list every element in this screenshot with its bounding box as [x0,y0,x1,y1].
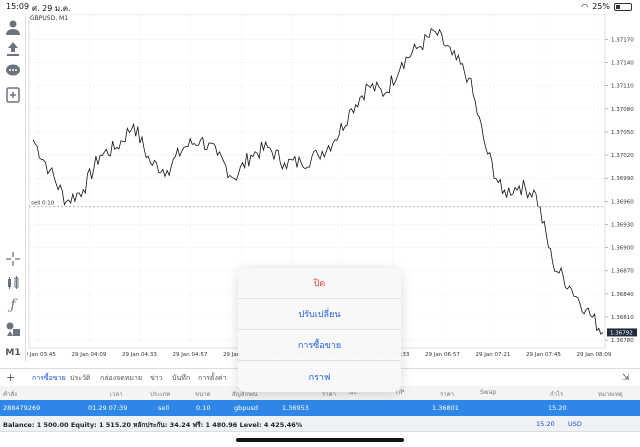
pos-size: 0.10 [196,404,211,412]
home-indicator[interactable] [236,438,404,442]
trade-button[interactable]: การซื้อขาย [238,330,401,361]
sell-order-label: sell 0.10 [31,201,55,207]
chart-symbol-label: GBPUSD, M1 [30,15,69,22]
price-tick-label: 1.37050 [611,130,634,136]
pos-type: sell [158,404,169,412]
time-tick-label: 29 Jan 06:57 [425,352,460,358]
time-tick-label: 29 Jan 04:57 [173,352,208,358]
time-tick-label: 29 Jan 04:09 [72,352,107,358]
chat-icon[interactable] [4,62,22,80]
pos-price: 1.36801 [432,404,459,412]
time-tick-label: 29 Jan 03:45 [27,352,56,358]
left-toolbar: ƒ M1 [0,14,26,362]
current-price-label: 1.36792 [610,330,633,336]
tab-mailbox[interactable]: กล่องจดหมาย [100,373,142,384]
status-bar: 15:09 ศ. 29 ม.ค. ◠ 25% [0,0,640,14]
balance-text: Balance: 1 500.00 Equity: 1 515.20 หลักป… [3,421,303,429]
price-tick-label: 1.37170 [611,37,634,43]
price-tick-label: 1.36900 [611,246,634,252]
layout-icon[interactable]: ⇲ [622,373,630,383]
price-tick-label: 1.36810 [611,315,634,321]
col-swap: Swap [480,389,497,396]
col-type: ประเภท [150,391,171,398]
col-time: เวลา [110,391,123,398]
battery-percent: 25% [592,2,610,11]
balance-bar: Balance: 1 500.00 Equity: 1 515.20 หลักป… [0,416,640,432]
balance-currency: USD [568,420,582,428]
price-tick-label: 1.37110 [611,84,634,90]
time-tick-label: 29 Jan 08:09 [577,352,612,358]
price-tick-label: 1.36990 [611,176,634,182]
timeframe-label[interactable]: M1 [4,344,22,362]
tab-history[interactable]: ประวัติ [70,373,90,384]
col-comment: หมายเหตุ [598,391,623,398]
new-order-icon[interactable] [4,86,22,104]
tab-news[interactable]: ข่าว [150,373,163,384]
add-icon[interactable]: + [6,371,15,384]
modify-position-button[interactable]: ปรับเปลี่ยน [238,299,401,330]
trade-icon[interactable] [4,40,22,58]
price-tick-label: 1.36960 [611,199,634,205]
col-profit: กำไร [550,391,564,398]
time-tick-label: 29 Jan 07:21 [476,352,511,358]
pos-symbol: gbpusd [234,404,259,412]
status-right: ◠ 25% [581,2,632,11]
col-size: ขนาด [195,391,211,398]
price-tick-label: 1.37020 [611,153,634,159]
wifi-icon: ◠ [581,2,589,11]
price-tick-label: 1.36870 [611,269,634,275]
indicators-icon[interactable] [4,274,22,292]
pos-open-price: 1.36953 [282,404,309,412]
chart-button[interactable]: กราฟ [238,361,401,392]
balance-total: 15.20 [536,420,555,428]
account-icon[interactable] [4,18,22,36]
tab-journal[interactable]: บันทึก [172,373,190,384]
price-tick-label: 1.37080 [611,107,634,113]
pos-time: 01.29 07:39 [88,404,128,412]
price-tick-label: 1.37140 [611,61,634,67]
col-price: ราคา [440,391,454,398]
function-icon[interactable]: ƒ [4,296,22,314]
price-tick-label: 1.36840 [611,292,634,298]
position-row[interactable]: 288479269 01.29 07:39 sell 0.10 gbpusd 1… [0,400,640,416]
pos-order: 288479269 [3,404,41,412]
objects-icon[interactable] [4,320,22,338]
time-tick-label: 29 Jan 07:45 [526,352,561,358]
status-time: 15:09 [6,2,30,11]
col-order: คำสั่ง [3,391,17,398]
pos-profit: 15.20 [548,404,567,412]
close-position-button[interactable]: ปิด [238,268,401,299]
tab-settings[interactable]: การตั้งค่า [198,373,227,384]
price-tick-label: 1.36780 [611,338,634,344]
position-action-menu: ปิด ปรับเปลี่ยน การซื้อขาย กราฟ [238,268,401,392]
battery-icon [614,2,632,11]
time-tick-label: 29 Jan 04:33 [122,352,157,358]
crosshair-icon[interactable] [4,250,22,268]
price-tick-label: 1.36930 [611,222,634,228]
